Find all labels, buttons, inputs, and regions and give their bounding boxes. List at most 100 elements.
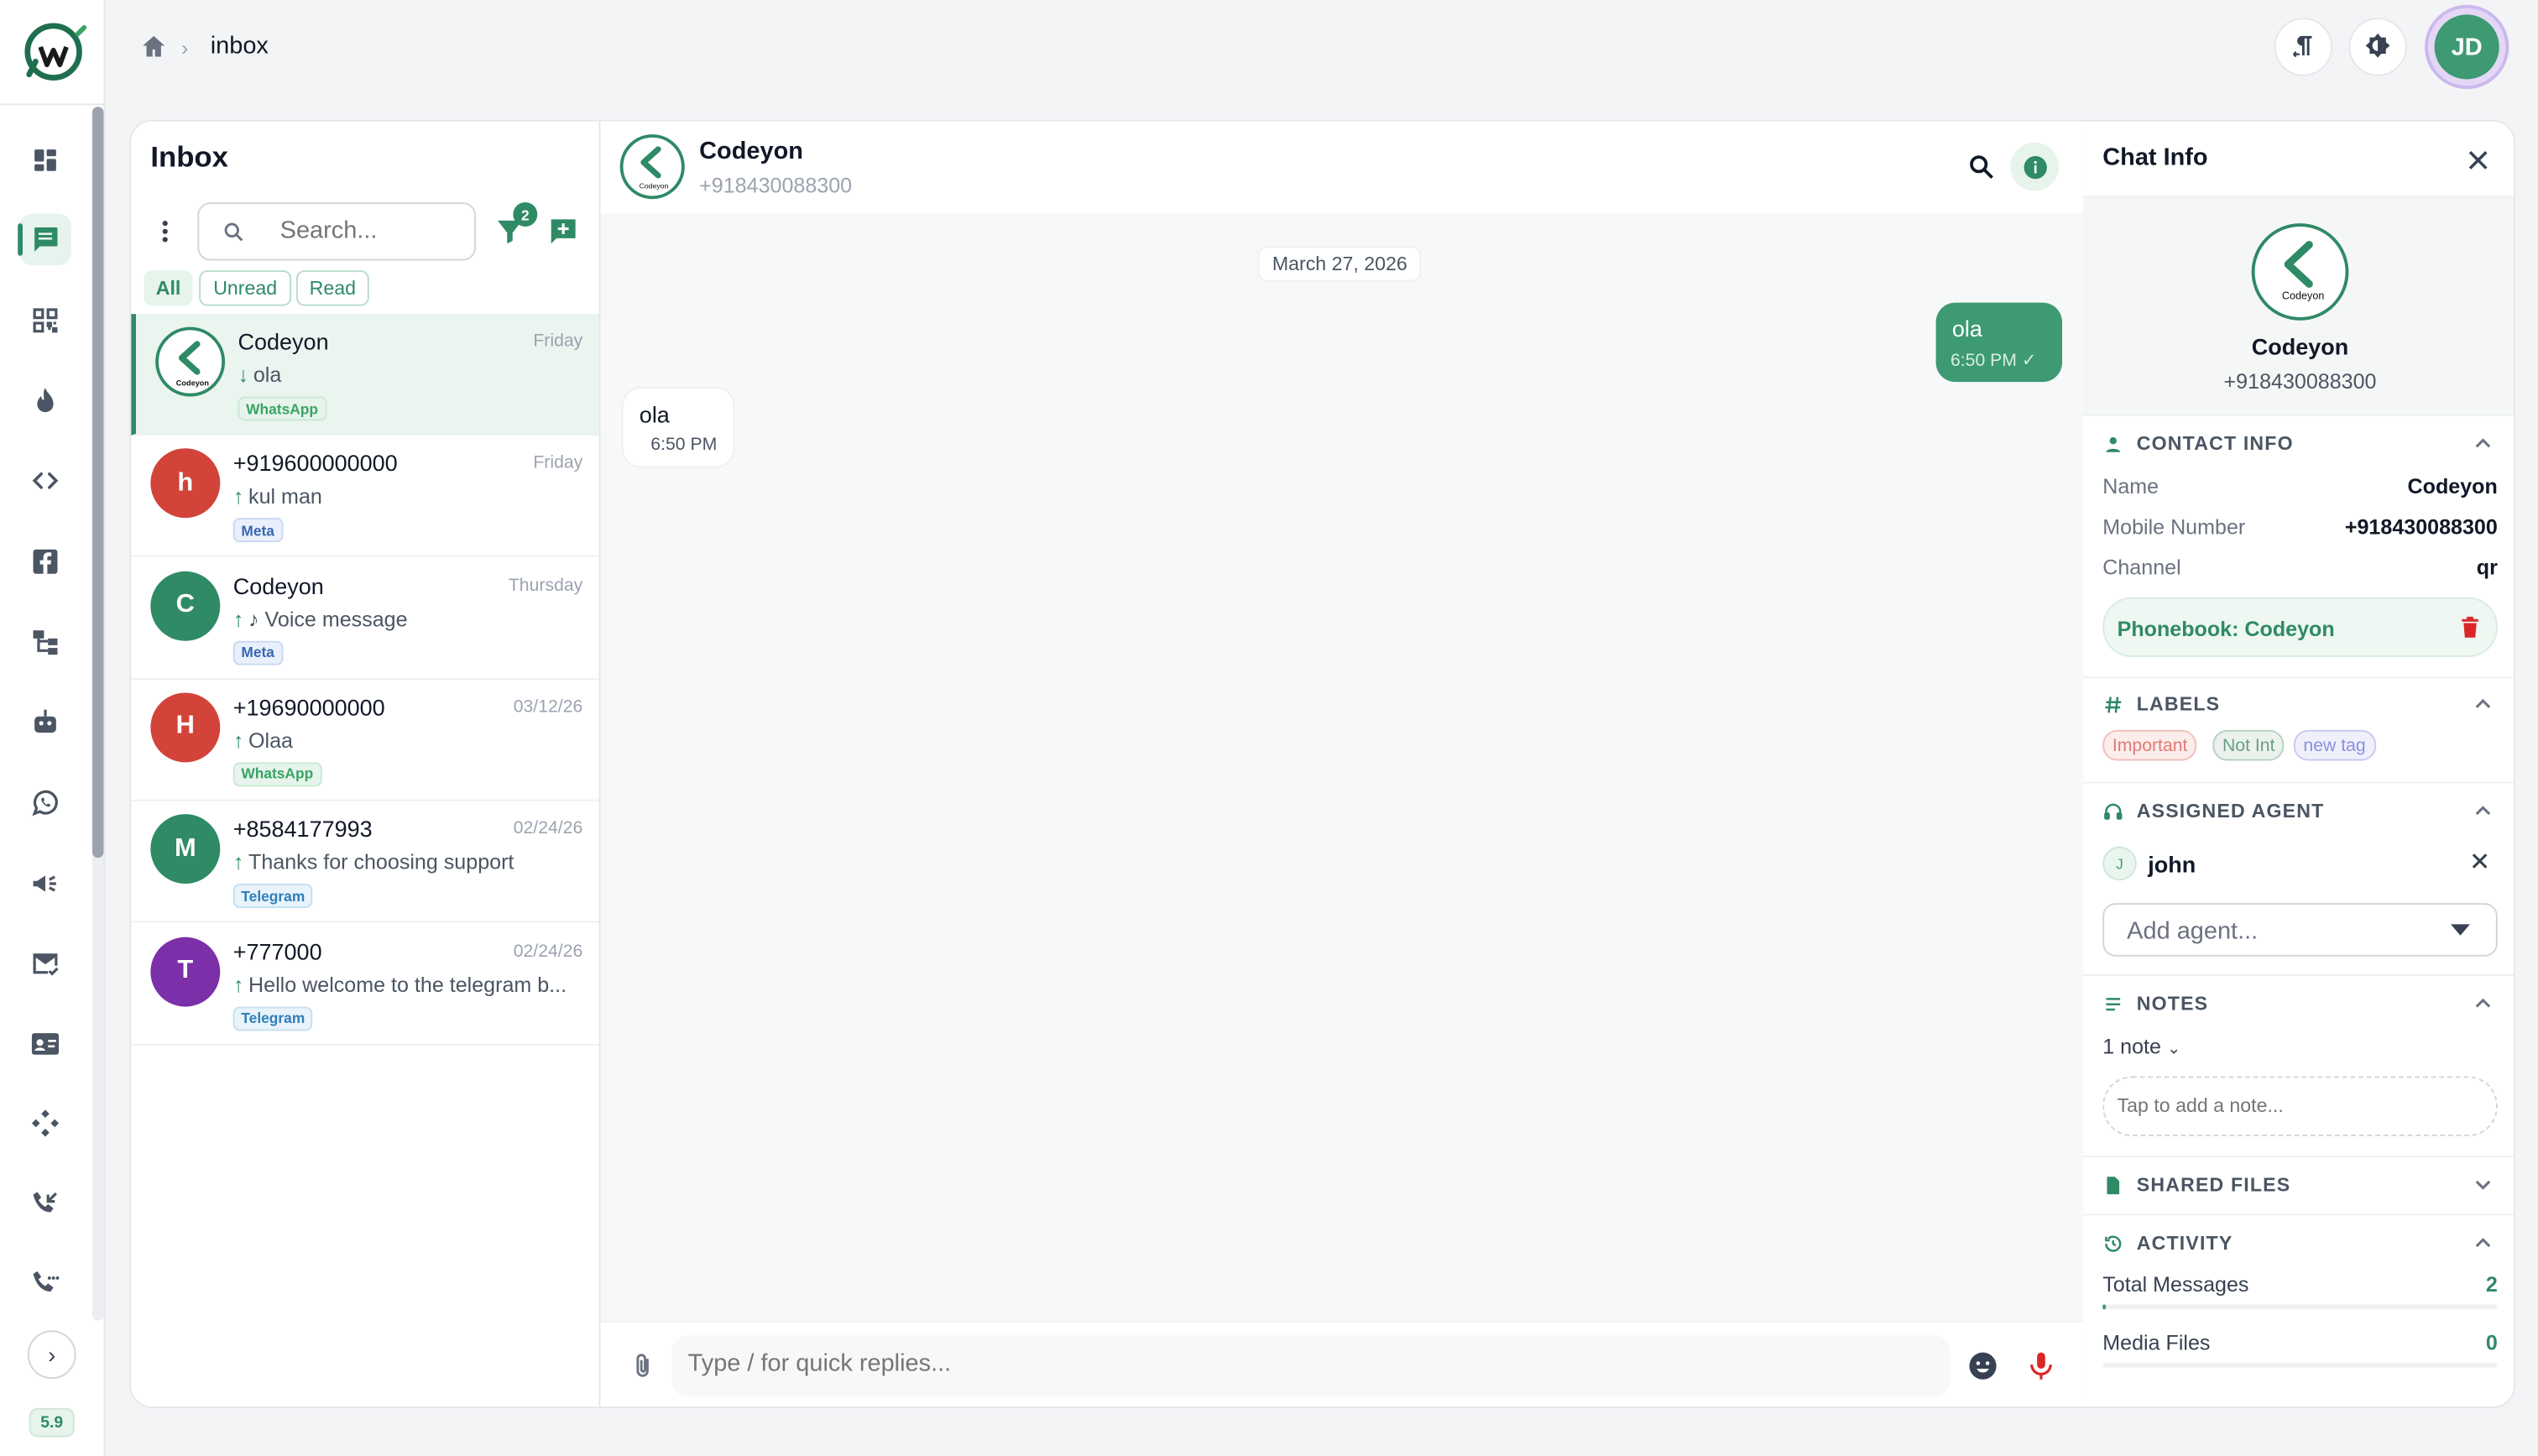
label-tag[interactable]: Not Int [2212,729,2285,761]
channel-badge: Telegram [232,1005,313,1031]
more-options-icon[interactable] [154,218,176,244]
theme-toggle-button[interactable] [2348,18,2407,76]
contact-phone: +918430088300 [2223,368,2377,394]
chat-contact-avatar[interactable]: Codeyon [619,134,685,200]
conversation-item[interactable]: Codeyon Codeyon Friday ↓ ola WhatsApp [131,314,599,436]
attachment-icon[interactable] [628,1349,657,1382]
note-count-toggle[interactable]: 1 note ⌄ [2102,1034,2180,1058]
notes-icon [2106,997,2121,1010]
bot-icon[interactable] [19,696,71,748]
note-count: 1 note [2102,1034,2161,1059]
remove-agent-icon[interactable] [2472,853,2488,869]
chevron-up-icon[interactable] [2473,1234,2493,1253]
incoming-message[interactable]: ola 6:50 PM [621,386,735,468]
conversation-item[interactable]: T +777000 02/24/26 ↑ Hello welcome to the te… [131,923,599,1045]
dashboard-icon[interactable] [19,134,71,186]
info-icon [2023,154,2046,179]
channel-badge: Telegram [232,884,313,909]
section-divider [2083,1213,2514,1216]
user-avatar[interactable]: JD [2427,8,2506,86]
conversation-preview: ↑ Hello welcome to the telegram b... [233,972,582,996]
contact-avatar: Codeyon [2251,223,2349,321]
home-icon[interactable] [139,33,169,62]
chevron-right-icon: › [48,1341,56,1368]
label-tag[interactable]: new tag [2293,729,2376,761]
chevron-right-icon: › [181,35,189,60]
section-title: SHARED FILES [2136,1173,2291,1197]
read-check-icon: ✓ [2021,351,2037,371]
chat-header: Codeyon Codeyon +918430088300 [600,121,2084,214]
chat-icon[interactable] [18,213,71,266]
new-chat-icon[interactable] [547,216,580,248]
expand-sidebar-button[interactable]: › [27,1330,76,1380]
conversation-preview: ↓ ola [238,363,587,387]
add-agent-select[interactable]: Add agent... [2102,903,2498,957]
direction-arrow-icon: ↓ [238,363,249,387]
direction-toggle-button[interactable] [2274,18,2333,76]
breadcrumb-current: inbox [210,32,269,60]
chevron-up-icon[interactable] [2473,694,2493,713]
whatsapp-icon[interactable] [19,777,71,829]
close-icon[interactable] [2465,148,2491,174]
conversation-name: +19690000000 [232,694,385,721]
labels-header[interactable]: LABELS [2102,692,2220,715]
conversation-item[interactable]: h +919600000000 Friday ↑ kul man Meta [131,436,599,558]
assigned-agent-header[interactable]: ASSIGNED AGENT [2102,800,2324,822]
message-composer [671,1335,1950,1397]
megaphone-icon[interactable] [19,858,71,910]
message-input[interactable] [687,1349,1659,1378]
avatar: H [150,692,221,763]
outgoing-message[interactable]: ola 6:50 PM ✓ [1935,302,2063,383]
chevron-up-icon[interactable] [2473,994,2493,1013]
conversation-time: Thursday [508,575,583,595]
mail-check-icon[interactable] [19,937,71,989]
chevron-up-icon[interactable] [2473,434,2493,453]
call-incoming-icon[interactable] [19,1178,71,1230]
shared-files-header[interactable]: SHARED FILES [2102,1173,2290,1196]
chat-info-button[interactable] [2010,142,2060,191]
phonebook-chip[interactable]: Phonebook: Codeyon [2102,597,2498,658]
code-icon[interactable] [19,455,71,507]
contact-card-icon[interactable] [19,1018,71,1070]
conversation-name: Codeyon [232,571,324,598]
field-label: Channel [2102,555,2181,580]
label-tag[interactable]: Important [2102,729,2198,761]
agent-name: john [2148,851,2196,878]
section-title: NOTES [2136,992,2209,1015]
chip-unread[interactable]: Unread [199,270,292,306]
facebook-icon[interactable] [19,535,71,587]
add-agent-placeholder: Add agent... [2127,917,2259,946]
search-input[interactable] [279,217,458,245]
conversation-name: +919600000000 [232,450,398,477]
flow-icon[interactable] [19,617,71,669]
conversation-item[interactable]: M +8584177993 02/24/26 ↑ Thanks for choosing… [131,801,599,923]
section-title: LABELS [2136,692,2221,716]
conversation-item[interactable]: C Codeyon Thursday ↑ ♪ Voice message Meta [131,558,599,680]
chevron-up-icon[interactable] [2473,801,2493,821]
microphone-icon[interactable] [2025,1349,2058,1382]
trash-icon[interactable] [2460,616,2479,638]
contact-info-header[interactable]: CONTACT INFO [2102,432,2294,455]
section-divider [2083,781,2514,784]
chevron-down-icon: ⌄ [2166,1041,2181,1059]
flame-icon[interactable] [19,375,71,427]
activity-header[interactable]: ACTIVITY [2102,1232,2232,1255]
call-log-icon[interactable] [19,1258,71,1310]
emoji-icon[interactable] [1966,1349,1999,1382]
chip-read[interactable]: Read [295,270,369,306]
avatar: h [150,448,221,519]
brightness-icon [2365,33,2390,58]
app-logo[interactable] [19,19,87,87]
sidebar-scrollbar[interactable] [91,107,104,858]
integrations-icon[interactable] [19,1098,71,1150]
conversation-item[interactable]: H +19690000000 03/12/26 ↑ Olaa WhatsApp [131,680,599,801]
direction-arrow-icon: ↑ [232,606,244,631]
notes-header[interactable]: NOTES [2102,992,2208,1015]
channel-badge: WhatsApp [238,396,326,421]
message-time: 6:50 PM ✓ [1950,351,2037,371]
search-icon[interactable] [1966,152,1996,181]
note-input[interactable] [2117,1093,2473,1117]
qr-code-icon[interactable] [19,295,71,347]
chip-all[interactable]: All [144,270,193,306]
chevron-down-icon[interactable] [2473,1175,2493,1194]
